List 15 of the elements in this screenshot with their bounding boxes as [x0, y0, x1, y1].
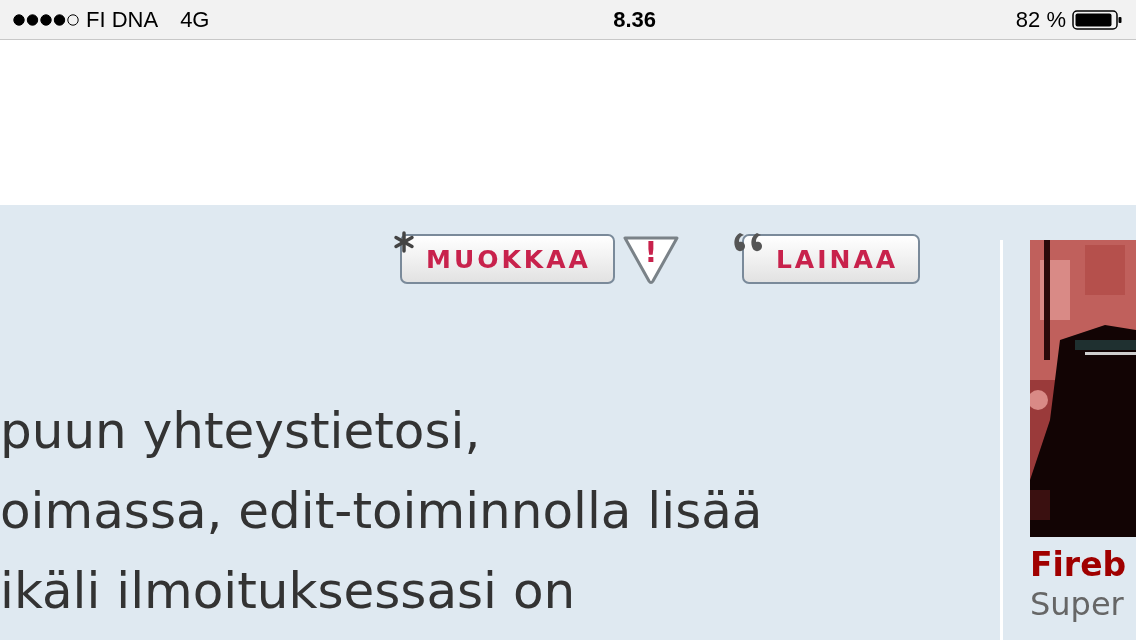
clock-time: 8.36	[613, 6, 657, 33]
author-name[interactable]: Fireb	[1030, 545, 1136, 585]
battery-percent: 82 %	[1015, 6, 1066, 33]
battery-icon	[1072, 9, 1122, 30]
network-type: 4G	[180, 6, 210, 33]
edit-button[interactable]: MUOKKAA	[400, 234, 615, 284]
signal-icon	[12, 12, 80, 27]
report-button[interactable]: !	[621, 235, 680, 285]
quote-button[interactable]: LAINAA	[741, 234, 921, 284]
post-text-line: oimassa, edit-toiminnolla lisää	[0, 481, 764, 542]
post-text-line: puun yhteystietosi,	[0, 401, 482, 462]
asterisk-icon	[393, 231, 415, 253]
post-text-line: ikäli ilmoituksessasi on	[0, 561, 577, 622]
carrier-name: FI DNA	[86, 6, 159, 33]
author-rank: Super	[1030, 585, 1125, 623]
